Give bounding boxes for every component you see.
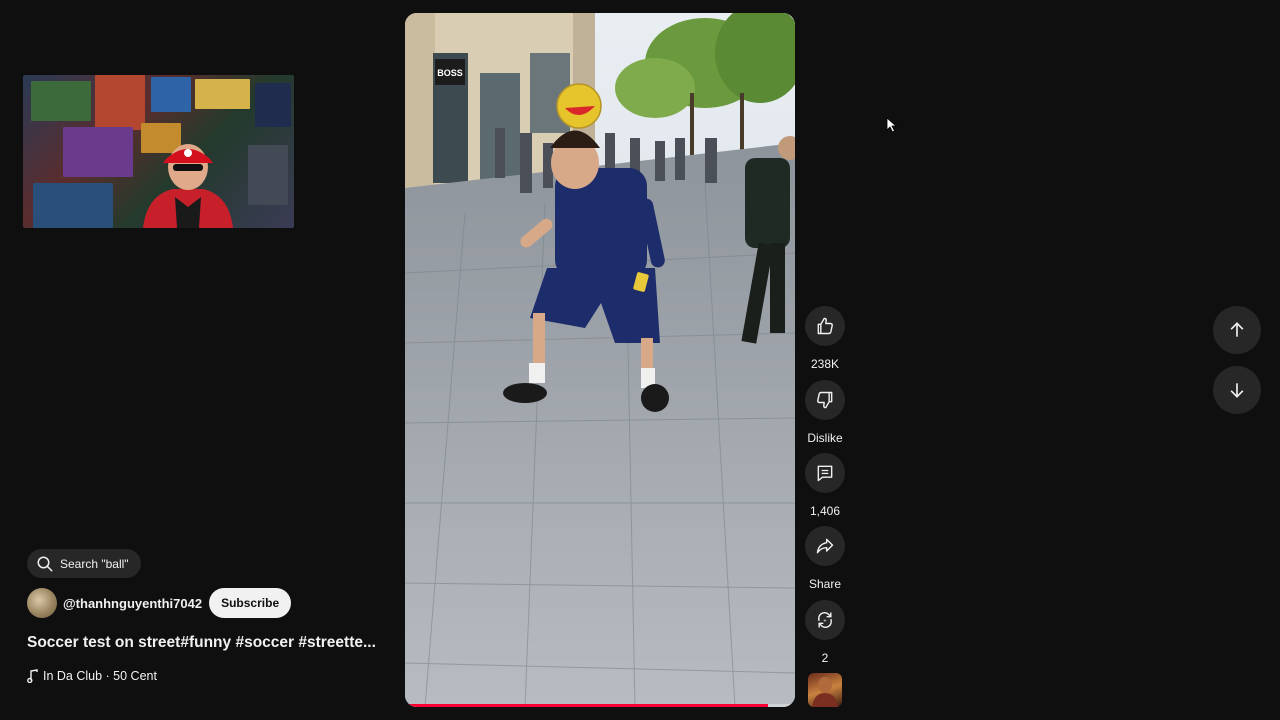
dislike-action: Dislike bbox=[805, 380, 845, 445]
channel-avatar[interactable] bbox=[27, 588, 57, 618]
video-title[interactable]: Soccer test on street#funny #soccer #str… bbox=[27, 634, 392, 652]
comments-action: 1,406 bbox=[805, 453, 845, 518]
boss-storefront-sign: BOSS bbox=[437, 68, 463, 78]
short-video-player[interactable]: BOSS bbox=[405, 13, 795, 707]
channel-row: @thanhnguyenthi7042 Subscribe bbox=[27, 588, 292, 618]
arrow-up-icon bbox=[1230, 322, 1244, 337]
video-frame: BOSS bbox=[405, 13, 795, 707]
search-suggestion-chip[interactable]: Search "ball" bbox=[27, 549, 141, 578]
share-button[interactable] bbox=[805, 526, 845, 566]
channel-handle[interactable]: @thanhnguyenthi7042 bbox=[63, 596, 202, 611]
like-count: 238K bbox=[810, 357, 840, 371]
share-icon bbox=[816, 538, 834, 554]
previous-short-button[interactable] bbox=[1213, 306, 1261, 354]
remix-action: + 2 bbox=[805, 600, 845, 665]
thumbs-down-icon bbox=[817, 391, 833, 409]
arrow-down-icon bbox=[1230, 383, 1244, 398]
sound-artwork bbox=[812, 677, 838, 707]
search-icon bbox=[37, 556, 53, 571]
dislike-button[interactable] bbox=[805, 380, 845, 420]
remix-count: 2 bbox=[821, 651, 829, 665]
dislike-label: Dislike bbox=[807, 431, 843, 445]
like-action: 238K bbox=[805, 306, 845, 371]
music-row[interactable]: In Da Club · 50 Cent bbox=[27, 669, 157, 683]
comments-button[interactable] bbox=[805, 453, 845, 493]
music-track-label: In Da Club · 50 Cent bbox=[43, 669, 157, 683]
remix-button[interactable]: + bbox=[805, 600, 845, 640]
music-note-icon bbox=[27, 669, 38, 683]
subscribe-button[interactable]: Subscribe bbox=[209, 588, 292, 618]
comment-icon bbox=[817, 465, 833, 482]
sound-thumbnail[interactable] bbox=[808, 673, 842, 707]
comment-count: 1,406 bbox=[809, 504, 841, 518]
next-short-button[interactable] bbox=[1213, 366, 1261, 414]
webcam-overlay bbox=[23, 75, 294, 228]
remix-icon: + bbox=[818, 612, 832, 628]
like-button[interactable] bbox=[805, 306, 845, 346]
video-progress-fill bbox=[405, 704, 768, 707]
streamer-figure bbox=[143, 144, 233, 228]
svg-text:+: + bbox=[823, 619, 827, 625]
thumbs-up-icon bbox=[817, 317, 833, 335]
mouse-cursor-icon bbox=[886, 117, 898, 133]
share-label: Share bbox=[808, 577, 842, 591]
share-action: Share bbox=[805, 526, 845, 591]
search-chip-label: Search "ball" bbox=[60, 556, 129, 571]
